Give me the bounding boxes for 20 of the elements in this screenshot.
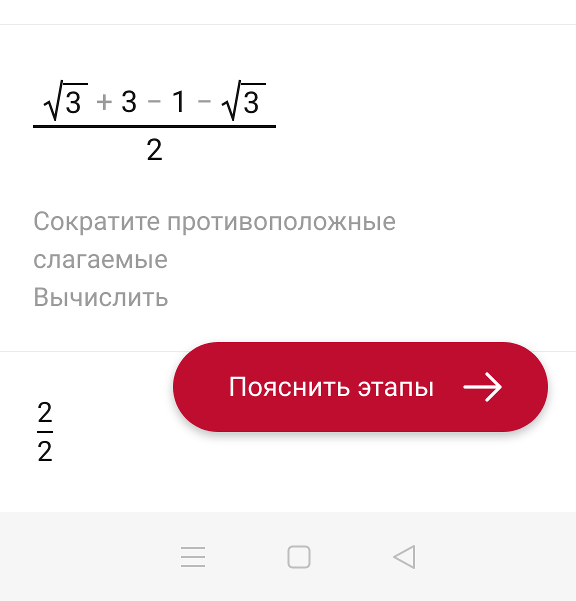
- radical-sign-icon: [220, 79, 241, 121]
- arrow-right-icon: [462, 372, 503, 402]
- operator: −: [194, 85, 214, 121]
- numerator: 2: [37, 398, 53, 429]
- step-description: Сократите противоположные слагаемые: [33, 206, 398, 277]
- fraction-bar: [37, 430, 53, 433]
- number: 1: [170, 85, 189, 121]
- operator: −: [144, 85, 164, 121]
- explain-steps-button[interactable]: Пояснить этапы: [173, 342, 548, 432]
- back-icon[interactable]: [392, 544, 416, 570]
- menu-icon[interactable]: [180, 546, 206, 568]
- radicand: 3: [63, 82, 88, 121]
- operator: +: [94, 85, 114, 121]
- square-icon[interactable]: [286, 544, 311, 568]
- denominator: 2: [37, 436, 53, 468]
- radicand: 3: [240, 82, 266, 121]
- denominator: 2: [146, 134, 163, 167]
- number: 3: [120, 85, 139, 121]
- radical-sign-icon: [43, 79, 63, 121]
- step-description: Вычислить: [33, 282, 170, 315]
